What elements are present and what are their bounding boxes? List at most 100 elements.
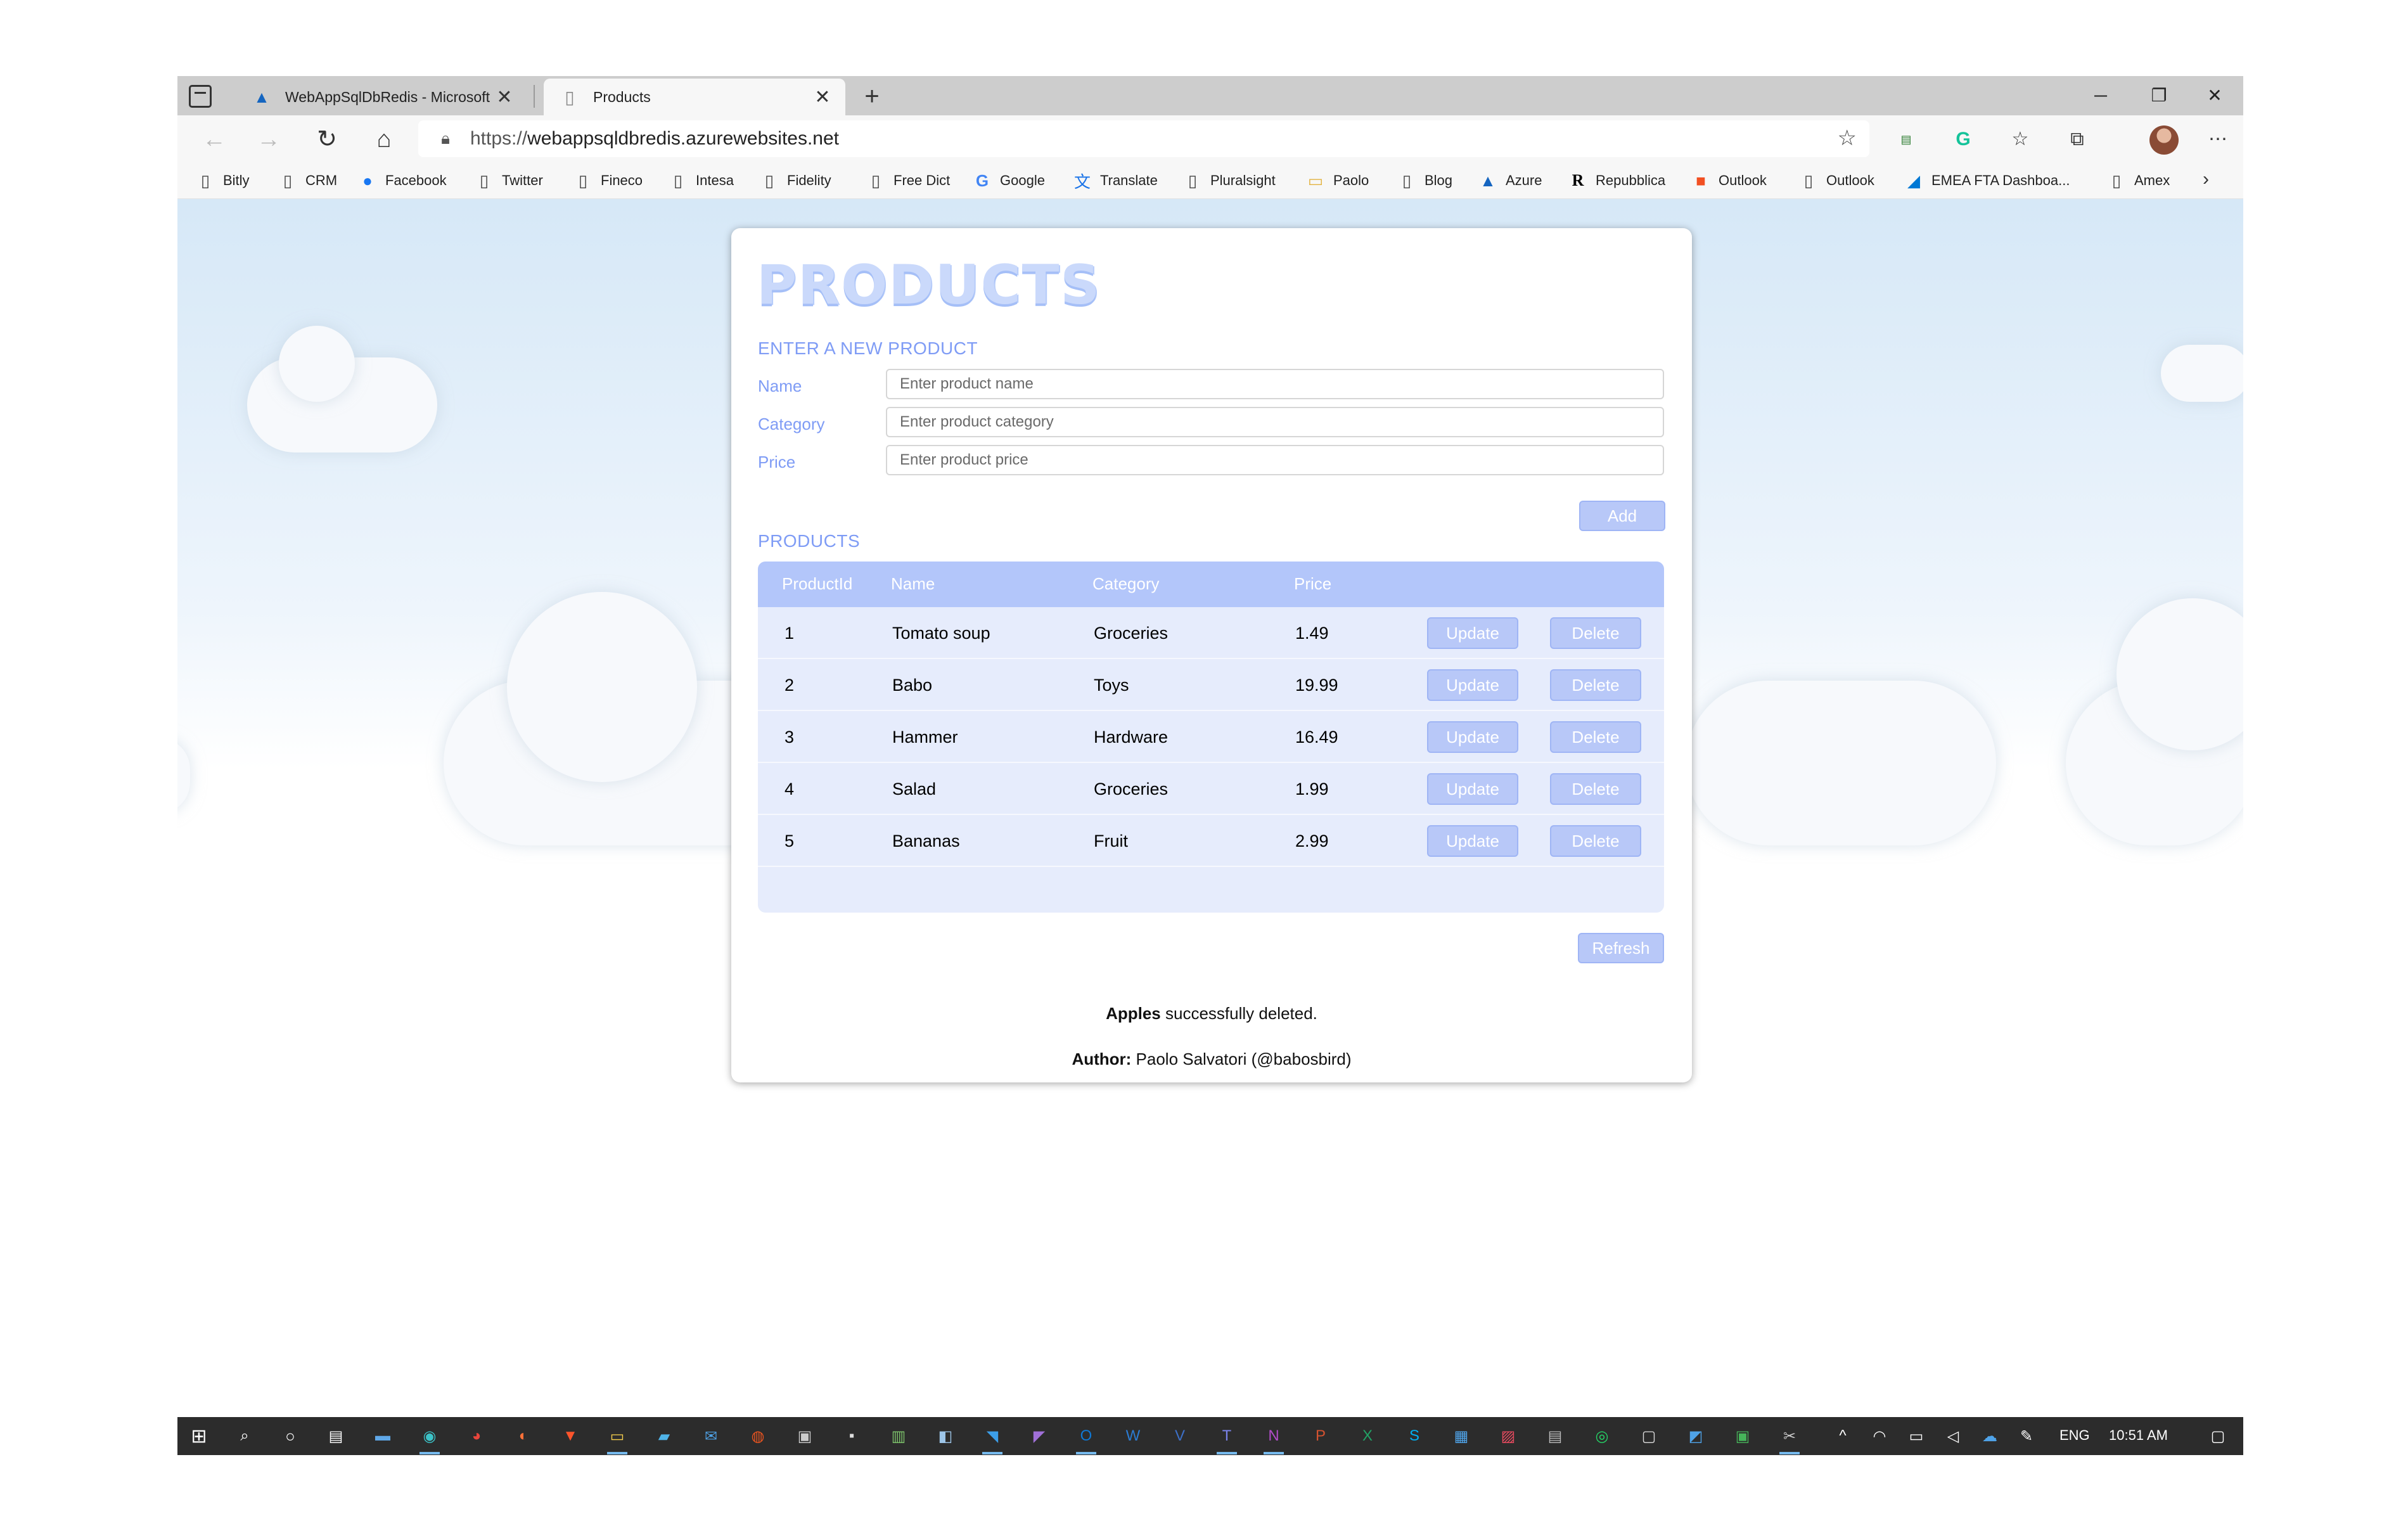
favorite-facebook[interactable]: ● Facebook [359, 169, 446, 193]
favorite-blog[interactable]: ▯ Blog [1398, 169, 1452, 193]
update-button[interactable]: Update [1427, 669, 1518, 701]
tab-actions-icon[interactable] [189, 85, 212, 108]
visual-studio-icon[interactable]: ◤ [1027, 1423, 1052, 1449]
skype-icon[interactable]: S [1402, 1423, 1427, 1449]
app-icon[interactable]: ◧ [933, 1423, 958, 1449]
favorite-outlook-1[interactable]: ■ Outlook [1692, 169, 1767, 193]
ubuntu-icon[interactable]: ◍ [745, 1423, 771, 1449]
favorite-translate[interactable]: 文 Translate [1073, 169, 1158, 193]
battery-icon[interactable]: ▭ [1904, 1423, 1929, 1449]
settings-more-icon[interactable]: ⋯ [2203, 124, 2233, 155]
onedrive-icon[interactable]: ☁ [1977, 1423, 2002, 1449]
chevron-right-icon[interactable]: › [2203, 169, 2209, 190]
refresh-icon[interactable]: ↻ [311, 123, 343, 156]
volume-icon[interactable]: ◁ [1940, 1423, 1966, 1449]
favorite-outlook-2[interactable]: ▯ Outlook [1800, 169, 1874, 193]
favorite-bitly[interactable]: ▯ Bitly [196, 169, 250, 193]
teams-icon[interactable]: T [1214, 1423, 1239, 1454]
firefox-icon[interactable]: ◐ [511, 1423, 536, 1449]
app-icon[interactable]: ▦ [1449, 1423, 1474, 1449]
favorite-repubblica[interactable]: R Repubblica [1569, 169, 1665, 193]
update-button[interactable]: Update [1427, 721, 1518, 753]
home-icon[interactable]: ⌂ [368, 123, 400, 156]
outlook-icon[interactable]: O [1073, 1423, 1099, 1454]
delete-button[interactable]: Delete [1550, 825, 1641, 857]
pen-icon[interactable]: ✎ [2014, 1423, 2039, 1449]
powerpoint-icon[interactable]: P [1308, 1423, 1333, 1449]
product-name-input[interactable] [886, 369, 1664, 399]
delete-button[interactable]: Delete [1550, 669, 1641, 701]
close-window-button[interactable]: ✕ [2186, 80, 2243, 112]
profile-avatar[interactable] [2149, 125, 2179, 155]
delete-button[interactable]: Delete [1550, 721, 1641, 753]
favorite-free-dict[interactable]: ▯ Free Dict [867, 169, 950, 193]
favorite-azure[interactable]: ▲ Azure [1479, 169, 1542, 193]
update-button[interactable]: Update [1427, 773, 1518, 805]
task-view-icon[interactable]: ▤ [323, 1423, 349, 1449]
close-tab-icon[interactable]: ✕ [492, 86, 517, 108]
product-price-input[interactable] [886, 445, 1664, 475]
favorite-emea-fta-dashboard[interactable]: ◢ EMEA FTA Dashboa... [1905, 169, 2070, 193]
favorite-paolo[interactable]: ▭ Paolo [1307, 169, 1369, 193]
snipping-tool-icon[interactable]: ✂ [1777, 1423, 1802, 1454]
calculator-icon[interactable]: ▤ [1542, 1423, 1568, 1449]
favorite-intesa[interactable]: ▯ Intesa [669, 169, 734, 193]
delete-button[interactable]: Delete [1550, 617, 1641, 649]
favorite-fineco[interactable]: ▯ Fineco [574, 169, 643, 193]
favorite-pluralsight[interactable]: ▯ Pluralsight [1184, 169, 1276, 193]
delete-button[interactable]: Delete [1550, 773, 1641, 805]
brave-icon[interactable]: ▼ [558, 1423, 583, 1449]
favorites-icon[interactable]: ☆ [2005, 124, 2035, 155]
favorite-fidelity[interactable]: ▯ Fidelity [760, 169, 831, 193]
whatsapp-icon[interactable]: ◎ [1589, 1423, 1615, 1449]
update-button[interactable]: Update [1427, 617, 1518, 649]
app-icon[interactable]: ▣ [1730, 1423, 1755, 1449]
tab-products[interactable]: ▯ Products ✕ [544, 79, 845, 115]
tab-azure-portal[interactable]: ▲ WebAppSqlDbRedis - Microsoft ✕ [236, 79, 527, 115]
vscode-icon[interactable]: ◥ [980, 1423, 1005, 1454]
terminal-icon[interactable]: ▣ [792, 1423, 817, 1449]
address-bar[interactable]: 🔒︎ https://webappsqldbredis.azurewebsite… [418, 120, 1869, 157]
store-icon[interactable]: ▢ [1636, 1423, 1662, 1449]
collections-icon[interactable]: ⧉ [2062, 124, 2092, 155]
edge-icon[interactable]: ◉ [417, 1423, 442, 1454]
app-icon[interactable]: ▬ [370, 1423, 395, 1449]
chevron-up-icon[interactable]: ^ [1830, 1423, 1855, 1449]
excel-icon[interactable]: X [1355, 1423, 1380, 1449]
visio-icon[interactable]: V [1167, 1423, 1193, 1449]
chrome-icon[interactable]: ◕ [464, 1423, 489, 1449]
refresh-button[interactable]: Refresh [1578, 933, 1664, 963]
cortana-icon[interactable]: ○ [278, 1423, 303, 1449]
mail-icon[interactable]: ✉ [698, 1423, 724, 1449]
word-icon[interactable]: W [1120, 1423, 1146, 1449]
language-indicator[interactable]: ENG [2059, 1427, 2090, 1444]
add-favorite-icon[interactable]: ☆ [1838, 125, 1857, 151]
windows-start-icon[interactable]: ⊞ [186, 1423, 212, 1449]
close-tab-icon[interactable]: ✕ [810, 86, 835, 108]
minimize-button[interactable]: ─ [2072, 80, 2129, 112]
app-icon[interactable]: ▰ [651, 1423, 677, 1449]
update-button[interactable]: Update [1427, 825, 1518, 857]
product-category-input[interactable] [886, 407, 1664, 437]
new-tab-button[interactable]: + [855, 81, 888, 112]
grammarly-icon[interactable]: G [1948, 124, 1978, 155]
clock[interactable]: 10:51 AM [2109, 1427, 2168, 1444]
app-icon[interactable]: ◩ [1683, 1423, 1708, 1449]
console-icon[interactable]: ▪ [839, 1423, 864, 1449]
forward-icon[interactable]: → [252, 123, 285, 156]
docs-extension-icon[interactable]: ▤ [1891, 124, 1921, 155]
notifications-icon[interactable]: ▢ [2205, 1423, 2231, 1449]
favorite-twitter[interactable]: ▯ Twitter [475, 169, 543, 193]
onenote-icon[interactable]: N [1261, 1423, 1286, 1454]
favorite-amex[interactable]: ▯ Amex [2108, 169, 2170, 193]
notepad-icon[interactable]: ▥ [886, 1423, 911, 1449]
file-explorer-icon[interactable]: ▭ [605, 1423, 630, 1454]
favorite-crm[interactable]: ▯ CRM [279, 169, 337, 193]
wifi-icon[interactable]: ◠ [1867, 1423, 1892, 1449]
lock-icon[interactable]: 🔒︎ [435, 129, 456, 149]
app-icon[interactable]: ▨ [1495, 1423, 1521, 1449]
back-icon[interactable]: ← [198, 123, 231, 156]
search-icon[interactable]: ⌕ [232, 1423, 257, 1449]
favorite-google[interactable]: G Google [973, 169, 1045, 193]
add-button[interactable]: Add [1579, 501, 1665, 531]
